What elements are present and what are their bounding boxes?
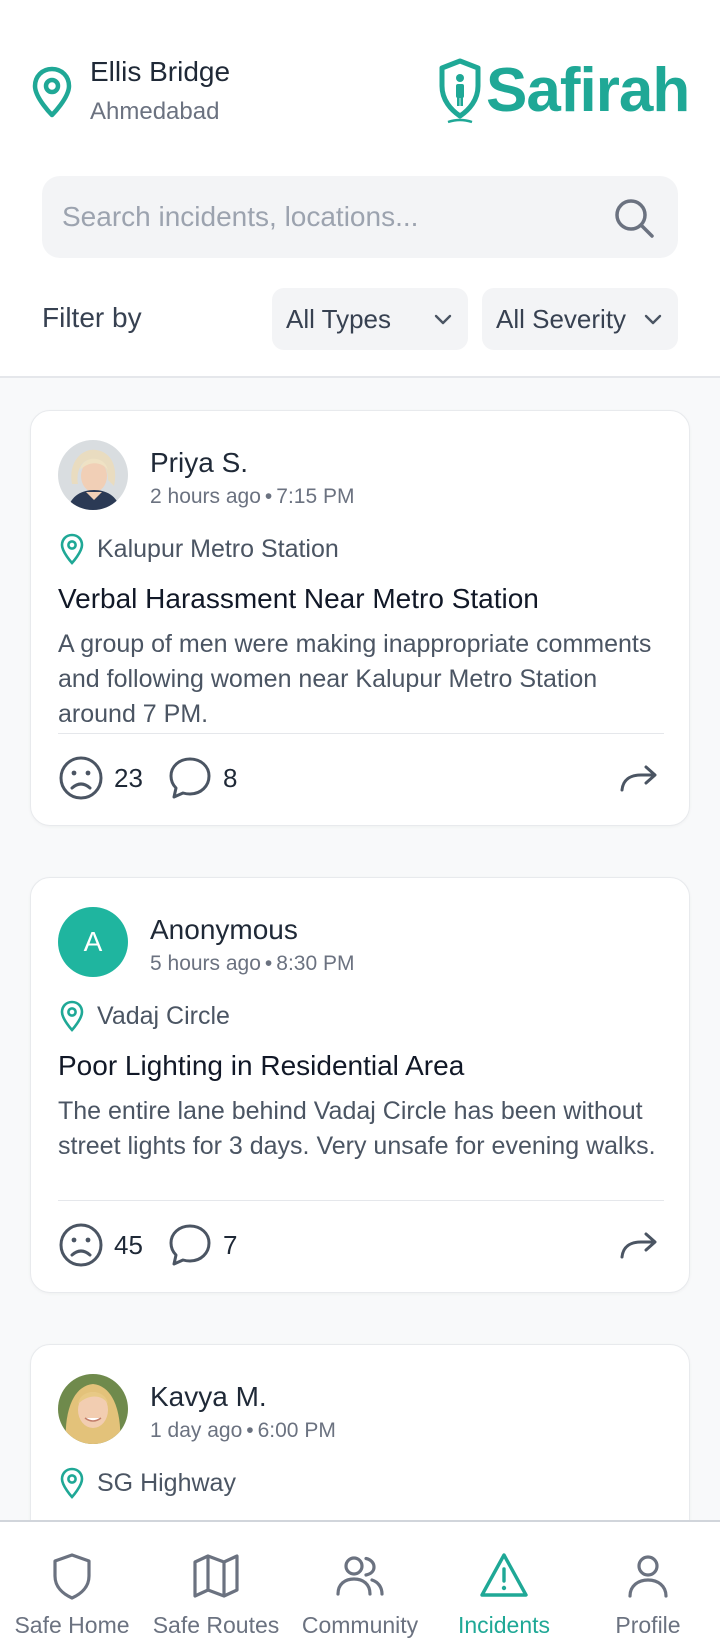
location-pin-icon <box>60 1000 84 1032</box>
brand-name: Safirah <box>486 56 690 125</box>
severity-filter-dropdown[interactable]: All Severity <box>482 288 678 350</box>
reaction-button[interactable]: 23 <box>58 755 143 801</box>
time-ago: 1 day ago <box>150 1419 243 1442</box>
incident-location[interactable]: Kalupur Metro Station <box>97 535 339 564</box>
nav-item-safe-home[interactable]: Safe Home <box>0 1522 144 1650</box>
avatar[interactable] <box>58 440 128 510</box>
search-icon[interactable] <box>612 196 656 240</box>
incident-title[interactable]: Verbal Harassment Near Metro Station <box>58 583 539 615</box>
users-icon <box>336 1556 384 1596</box>
author-name[interactable]: Kavya M. <box>150 1381 267 1413</box>
nav-item-community[interactable]: Community <box>288 1522 432 1650</box>
author-name[interactable]: Priya S. <box>150 447 248 479</box>
incident-description: A group of men were making inappropriate… <box>58 630 652 728</box>
incident-location[interactable]: Vadaj Circle <box>97 1002 230 1031</box>
post-time: 7:15 PM <box>276 485 355 508</box>
nav-label: Community <box>301 1612 419 1638</box>
time-ago: 5 hours ago <box>150 952 261 975</box>
post-meta: 2 hours ago • 7:15 PM <box>150 485 355 509</box>
nav-label: Safe Routes <box>152 1612 280 1638</box>
brand-logo: Safirah <box>438 56 690 125</box>
reaction-count: 23 <box>114 762 143 793</box>
app-header: Ellis Bridge Ahmedabad Safirah Filter by… <box>0 0 720 378</box>
map-icon <box>193 1554 239 1598</box>
severity-filter-value: All Severity <box>496 303 627 334</box>
search-input[interactable] <box>62 176 622 258</box>
incident-card[interactable]: Kavya M. 1 day ago • 6:00 PM SG Highway <box>30 1344 690 1520</box>
bottom-navigation: Safe Home Safe Routes Community Incident… <box>0 1520 720 1650</box>
type-filter-dropdown[interactable]: All Types <box>272 288 468 350</box>
location-pin-icon <box>32 66 72 118</box>
location-pin-icon <box>60 1467 84 1499</box>
post-meta: 5 hours ago • 8:30 PM <box>150 952 355 976</box>
author-name[interactable]: Anonymous <box>150 914 298 946</box>
incident-feed[interactable]: Priya S. 2 hours ago • 7:15 PM Kalupur Met… <box>0 380 720 1520</box>
reaction-count: 45 <box>114 1229 143 1260</box>
meta-separator: • <box>246 1419 254 1442</box>
nav-item-profile[interactable]: Profile <box>576 1522 720 1650</box>
nav-item-incidents[interactable]: Incidents <box>432 1522 576 1650</box>
share-icon[interactable] <box>619 763 659 793</box>
chevron-down-icon <box>644 314 662 325</box>
reaction-button[interactable]: 45 <box>58 1222 143 1268</box>
incident-card[interactable]: Priya S. 2 hours ago • 7:15 PM Kalupur Met… <box>30 410 690 826</box>
meta-separator: • <box>264 952 273 975</box>
sad-face-icon <box>59 1223 103 1267</box>
card-divider <box>58 1200 664 1201</box>
nav-label: Profile <box>615 1612 681 1638</box>
incident-card[interactable]: A Anonymous 5 hours ago • 8:30 PM Vadaj Ci… <box>30 877 690 1293</box>
current-location-city: Ahmedabad <box>90 98 220 125</box>
current-location-name[interactable]: Ellis Bridge <box>90 56 230 88</box>
share-icon[interactable] <box>619 1230 659 1260</box>
time-ago: 2 hours ago <box>150 485 261 508</box>
post-meta: 1 day ago • 6:00 PM <box>150 1419 336 1443</box>
comment-icon <box>169 757 211 799</box>
user-icon <box>628 1555 668 1598</box>
nav-item-safe-routes[interactable]: Safe Routes <box>144 1522 288 1650</box>
meta-separator: • <box>264 485 273 508</box>
comment-button[interactable]: 8 <box>167 755 237 801</box>
incident-description: The entire lane behind Vadaj Circle has … <box>58 1097 656 1160</box>
comment-count: 7 <box>223 1229 238 1260</box>
shield-icon <box>53 1553 91 1600</box>
comment-count: 8 <box>223 762 238 793</box>
comment-icon <box>169 1224 211 1266</box>
post-time: 6:00 PM <box>257 1419 336 1442</box>
comment-button[interactable]: 7 <box>167 1222 237 1268</box>
card-divider <box>58 733 664 734</box>
incident-title[interactable]: Poor Lighting in Residential Area <box>58 1050 464 1082</box>
post-time: 8:30 PM <box>276 952 355 975</box>
avatar[interactable] <box>58 1374 128 1444</box>
type-filter-value: All Types <box>286 303 392 334</box>
alert-triangle-icon <box>480 1553 528 1597</box>
sad-face-icon <box>59 756 103 800</box>
nav-label: Incidents <box>457 1612 551 1638</box>
incident-location[interactable]: SG Highway <box>97 1469 236 1498</box>
nav-label: Safe Home <box>14 1612 130 1638</box>
avatar[interactable]: A <box>58 907 128 977</box>
location-pin-icon <box>60 533 84 565</box>
chevron-down-icon <box>434 314 452 325</box>
filter-label: Filter by <box>42 302 142 333</box>
search-bar <box>42 176 678 258</box>
shield-person-icon <box>439 58 481 124</box>
